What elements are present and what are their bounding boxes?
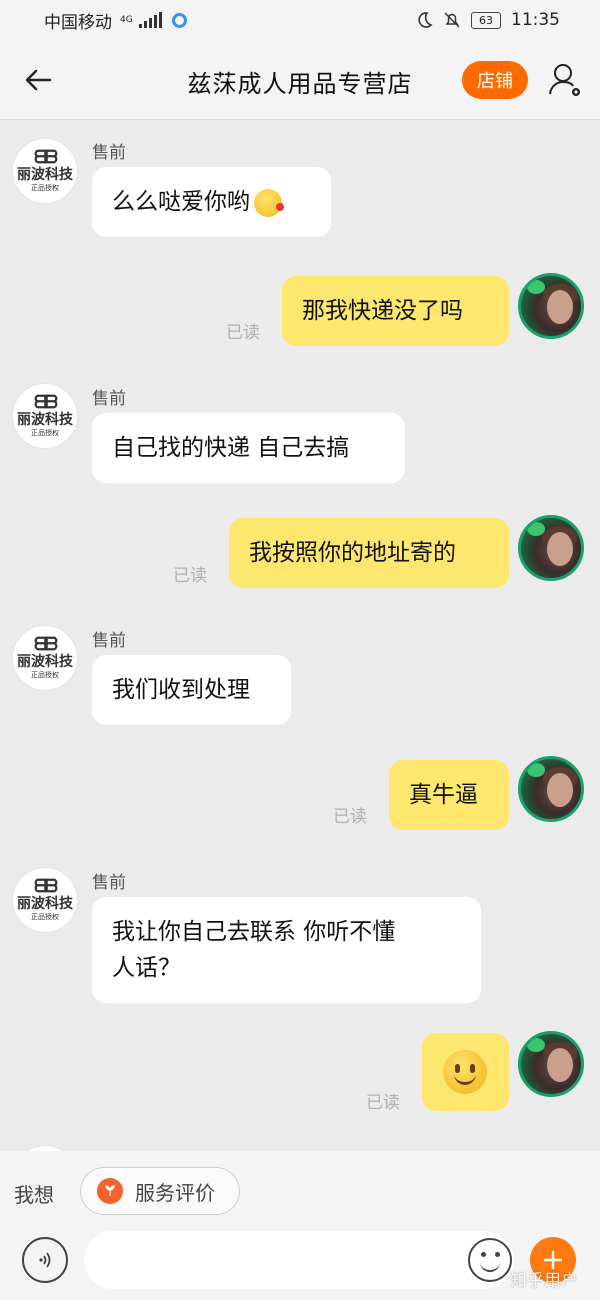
sender-label: 售前	[92, 631, 126, 651]
read-status: 已读	[366, 1093, 400, 1113]
message-bubble[interactable]: 我们收到处理	[92, 655, 291, 725]
chat-area[interactable]: ᗺᗷ 丽波科技 正品授权 售前 么么哒爱你哟 已读 那我快递没了吗 ᗺᗷ 丽波科…	[0, 121, 600, 1151]
flirty-emoji-icon	[254, 188, 284, 217]
message-bubble[interactable]: 真牛逼	[389, 760, 509, 830]
service-review-chip[interactable]: 服务评价	[80, 1167, 240, 1215]
carrier-label: 中国移动	[44, 12, 112, 33]
message-text-line: 我让你自己去联系 你听不懂	[112, 919, 396, 945]
store-avatar[interactable]: ᗺᗷ 丽波科技 正品授权	[12, 138, 78, 204]
quick-actions-bar: 我想 服务评价	[0, 1151, 600, 1231]
bell-off-icon	[444, 12, 460, 28]
store-logo-sub: 正品授权	[31, 429, 59, 437]
store-logo-sub: 正品授权	[31, 913, 59, 921]
sender-label: 售前	[92, 389, 126, 409]
user-avatar[interactable]	[518, 1031, 584, 1097]
store-avatar[interactable]: ᗺᗷ 丽波科技 正品授权	[12, 383, 78, 449]
chat-header: 兹莯成人用品专营店 店铺	[0, 40, 600, 120]
message-bubble[interactable]: 自己找的快递 自己去搞	[92, 413, 405, 483]
status-bar: 中国移动 4G 63 11:35	[0, 0, 600, 40]
read-status: 已读	[226, 323, 260, 343]
read-status: 已读	[173, 566, 207, 586]
store-logo-text: 丽波科技	[17, 654, 73, 670]
store-logo-sub: 正品授权	[31, 671, 59, 679]
store-logo-text: 丽波科技	[17, 896, 73, 912]
battery-icon: 63	[471, 11, 501, 29]
sticker-bubble[interactable]	[422, 1033, 509, 1111]
user-avatar[interactable]	[518, 273, 584, 339]
store-logo-text: 丽波科技	[17, 412, 73, 428]
user-avatar[interactable]	[518, 515, 584, 581]
store-logo-sub: 正品授权	[31, 184, 59, 192]
signal-icon	[138, 12, 162, 28]
shop-button[interactable]: 店铺	[462, 61, 528, 99]
clock: 11:35	[511, 10, 560, 30]
app-status-icon	[171, 12, 187, 28]
message-text: 我按照你的地址寄的	[249, 540, 456, 566]
message-bubble[interactable]: 么么哒爱你哟	[92, 167, 331, 237]
message-text: 么么哒爱你哟	[112, 189, 250, 215]
message-text: 真牛逼	[409, 782, 478, 808]
message-text-line: 人话？	[112, 955, 181, 981]
store-avatar[interactable]: ᗺᗷ 丽波科技 正品授权	[12, 625, 78, 691]
smile-emoji-icon	[443, 1050, 487, 1094]
read-status: 已读	[333, 807, 367, 827]
voice-input-button[interactable]	[22, 1237, 68, 1283]
user-avatar[interactable]	[518, 756, 584, 822]
service-review-label: 服务评价	[135, 1180, 215, 1205]
message-text: 我们收到处理	[112, 677, 250, 703]
watermark: 知乎用户	[510, 1271, 578, 1291]
moon-icon	[418, 12, 433, 28]
quick-actions-label: 我想	[14, 1183, 54, 1207]
message-input[interactable]	[84, 1231, 514, 1289]
emoji-button[interactable]	[468, 1238, 512, 1282]
user-settings-icon	[549, 64, 580, 96]
sender-label: 售前	[92, 873, 126, 893]
message-bubble[interactable]: 我按照你的地址寄的	[229, 518, 509, 588]
battery-level: 63	[479, 13, 493, 27]
message-text: 那我快递没了吗	[302, 298, 463, 324]
message-bubble[interactable]: 我让你自己去联系 你听不懂 人话？	[92, 897, 481, 1003]
flower-icon	[97, 1178, 123, 1204]
store-avatar[interactable]: ᗺᗷ 丽波科技 正品授权	[12, 867, 78, 933]
store-logo-text: 丽波科技	[17, 167, 73, 183]
sender-label: 售前	[92, 143, 126, 163]
network-type: 4G	[120, 14, 133, 25]
message-bubble[interactable]: 那我快递没了吗	[282, 276, 509, 346]
profile-settings-button[interactable]	[546, 60, 586, 100]
voice-icon	[39, 1252, 51, 1268]
message-text: 自己找的快递 自己去搞	[112, 435, 350, 461]
